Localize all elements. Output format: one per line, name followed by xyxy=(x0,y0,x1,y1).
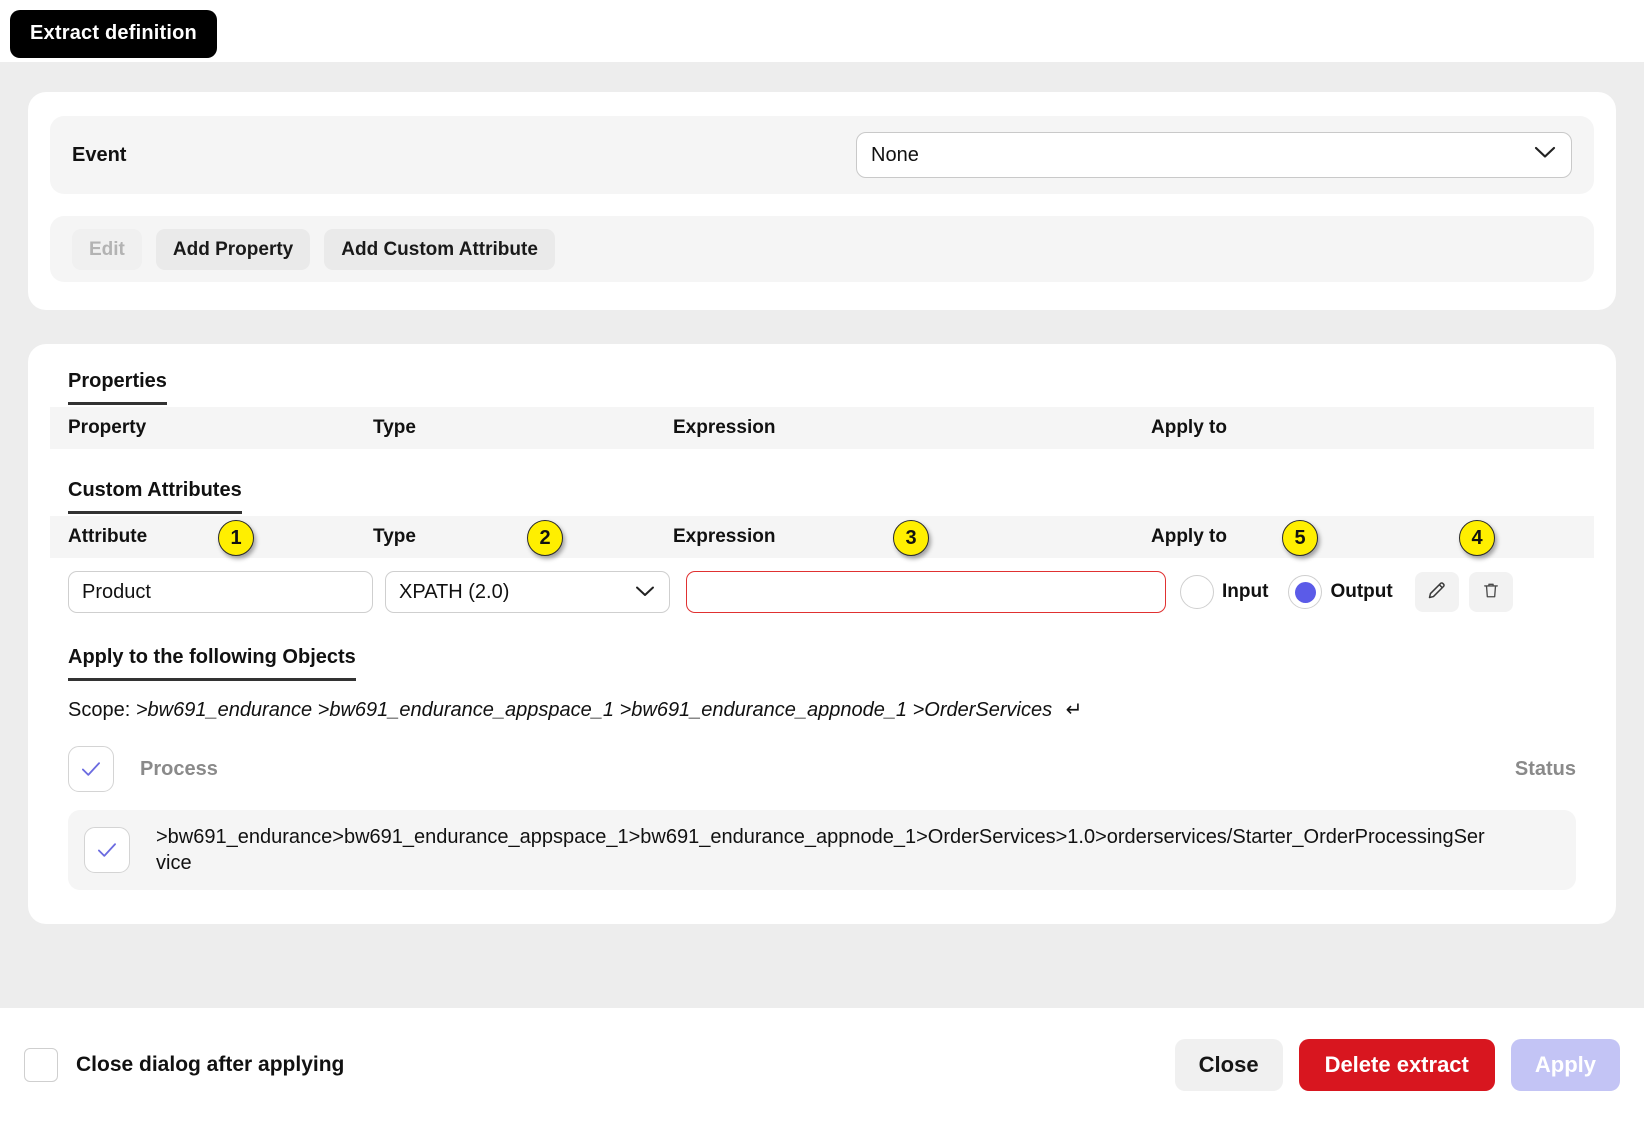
scope-prefix: Scope: xyxy=(68,699,136,721)
pencil-icon xyxy=(1426,580,1447,604)
attribute-action-bar: Edit Add Property Add Custom Attribute xyxy=(50,216,1594,282)
event-label: Event xyxy=(72,143,127,166)
close-dialog-checkbox[interactable] xyxy=(24,1048,58,1082)
close-button[interactable]: Close xyxy=(1174,1039,1283,1091)
title-chip-label: Extract definition xyxy=(30,22,197,44)
properties-col-expression: Expression xyxy=(673,417,776,438)
add-property-button[interactable]: Add Property xyxy=(155,228,311,270)
chevron-down-icon xyxy=(635,581,655,604)
objects-col-process: Process xyxy=(140,757,218,780)
custom-attributes-section: Custom Attributes Attribute Type Express… xyxy=(50,479,1594,620)
apply-to-input-radio[interactable] xyxy=(1180,575,1214,609)
dialog-footer: Close dialog after applying Close Delete… xyxy=(0,1008,1644,1122)
event-panel: Event None Edit Add Property Add Custom … xyxy=(28,92,1616,310)
attribute-type-value: XPATH (2.0) xyxy=(399,580,510,603)
callout-badge-2: 2 xyxy=(527,520,563,556)
edit-button[interactable]: Edit xyxy=(72,228,142,270)
apply-to-radio-group: Input Output xyxy=(1180,575,1405,609)
attribute-type-select[interactable]: XPATH (2.0) xyxy=(385,571,670,613)
event-select[interactable]: None xyxy=(856,132,1572,178)
delete-extract-button[interactable]: Delete extract xyxy=(1298,1039,1495,1091)
scope-path: >bw691_endurance >bw691_endurance_appspa… xyxy=(135,699,1053,721)
radio-selected-dot xyxy=(1294,581,1316,603)
properties-heading: Properties xyxy=(68,370,167,405)
properties-col-type: Type xyxy=(373,417,416,438)
custom-attributes-heading: Custom Attributes xyxy=(68,479,242,514)
add-custom-attribute-button[interactable]: Add Custom Attribute xyxy=(324,228,555,270)
extract-definition-title-chip: Extract definition xyxy=(10,10,217,58)
return-arrow-icon: ↵ xyxy=(1065,699,1083,721)
attribute-name-input[interactable]: Product xyxy=(68,571,373,613)
event-select-wrapper: None xyxy=(856,132,1572,178)
expression-input[interactable] xyxy=(686,571,1166,613)
delete-attribute-button[interactable] xyxy=(1468,572,1513,612)
screen: Extract definition Event None Edit Add P… xyxy=(0,0,1644,1122)
footer-buttons: Close Delete extract Apply xyxy=(1174,1039,1620,1091)
check-icon xyxy=(98,843,117,857)
properties-table-header: Property Type Expression Apply to xyxy=(50,407,1594,449)
apply-button[interactable]: Apply xyxy=(1510,1039,1620,1091)
apply-objects-heading: Apply to the following Objects xyxy=(68,646,356,681)
object-row-checkbox[interactable] xyxy=(84,827,130,873)
objects-table-row[interactable]: >bw691_endurance>bw691_endurance_appspac… xyxy=(68,810,1576,890)
custom-attribute-row: Product XPATH (2.0) Input Output xyxy=(50,564,1594,620)
apply-to-output-label: Output xyxy=(1330,581,1393,602)
apply-to-output-radio[interactable] xyxy=(1288,575,1323,609)
ca-col-type: Type xyxy=(373,526,416,547)
objects-col-status: Status xyxy=(1514,757,1576,780)
callout-badge-5: 5 xyxy=(1282,520,1318,556)
event-row: Event None xyxy=(50,116,1594,194)
close-dialog-checkbox-label: Close dialog after applying xyxy=(76,1053,345,1076)
object-row-path: >bw691_endurance>bw691_endurance_appspac… xyxy=(156,826,1485,874)
properties-col-apply-to: Apply to xyxy=(1151,417,1227,438)
apply-objects-section: Apply to the following Objects Scope: >b… xyxy=(50,646,1594,890)
definition-panel: Properties Property Type Expression Appl… xyxy=(28,344,1616,924)
trash-icon xyxy=(1481,580,1501,604)
edit-attribute-button[interactable] xyxy=(1414,572,1459,612)
callout-badge-1: 1 xyxy=(218,520,254,556)
objects-table-header: Process Status xyxy=(68,740,1576,798)
scope-line: Scope: >bw691_endurance >bw691_endurance… xyxy=(68,697,1594,722)
dialog-body: Event None Edit Add Property Add Custom … xyxy=(0,62,1644,1028)
apply-to-input-label: Input xyxy=(1222,581,1269,602)
properties-section: Properties Property Type Expression Appl… xyxy=(50,370,1594,449)
event-select-value: None xyxy=(871,143,919,166)
select-all-checkbox[interactable] xyxy=(68,746,114,792)
callout-badge-3: 3 xyxy=(893,520,929,556)
callout-badge-4: 4 xyxy=(1459,520,1495,556)
check-icon xyxy=(82,762,101,776)
properties-col-property: Property xyxy=(68,417,147,438)
custom-attributes-table-header: Attribute Type Expression Apply to 1 2 3… xyxy=(50,516,1594,558)
